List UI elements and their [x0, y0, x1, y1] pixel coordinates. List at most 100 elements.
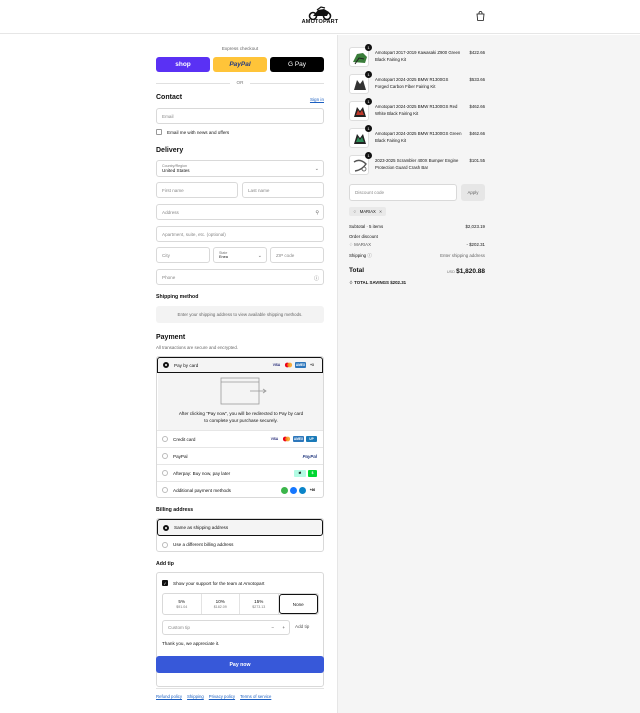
additional-methods-option[interactable]: Additional payment methods +66 [157, 481, 323, 497]
cash-app-icon: $ [308, 469, 317, 477]
paypal-radio[interactable] [162, 453, 168, 459]
apply-discount-button[interactable]: Apply [461, 184, 485, 201]
tip-support-checkbox[interactable]: ✓ [162, 580, 168, 586]
credit-card-radio[interactable] [162, 436, 168, 442]
credit-card-option[interactable]: Credit card VISA AMEX UP [157, 430, 323, 447]
contact-heading: Contact [156, 94, 183, 101]
savings-value: $202.31 [390, 280, 407, 285]
fairing-kit-image-icon [354, 134, 366, 144]
country-select[interactable]: Country/Region United States ⌄ [156, 160, 324, 177]
tip-support-row[interactable]: ✓ Show your support for the team at Amot… [162, 580, 264, 586]
paypal-label: PayPal [173, 453, 188, 459]
afterpay-radio[interactable] [162, 470, 168, 476]
first-name-field[interactable]: First name [156, 182, 238, 198]
mastercard-icon [284, 362, 293, 368]
zip-field[interactable]: ZIP code [270, 247, 324, 263]
applied-discount-chip: ♢ MARIAX ✕ [349, 207, 387, 216]
same-as-shipping-option[interactable]: Same as shipping address [157, 519, 323, 536]
redirect-info: After clicking “Pay now”, you will be re… [158, 373, 323, 430]
quantity-badge: 1 [365, 152, 372, 159]
email-field[interactable]: Email [156, 108, 324, 124]
plus-icon[interactable]: + [282, 625, 285, 630]
subtotal-label: Subtotal · 5 items [349, 224, 384, 229]
quantity-badge: 1 [365, 44, 372, 51]
newsletter-checkbox[interactable] [156, 129, 162, 135]
cart-item: 1 Amotopart 2024-2025 BMW R1300GS Forged… [349, 71, 485, 96]
product-price: $462.66 [469, 104, 485, 109]
afterpay-label: Afterpay: Buy now, pay later [173, 470, 231, 476]
tip-option-10[interactable]: 10% $182.09 [202, 594, 240, 614]
refund-policy-link[interactable]: Refund policy [156, 694, 182, 699]
apartment-field[interactable]: Apartment, suite, etc. (optional) [156, 226, 324, 242]
tip-option-none[interactable]: None [278, 594, 318, 614]
product-price: $422.66 [469, 50, 485, 55]
google-pay-button[interactable]: G Pay [270, 57, 324, 72]
custom-tip-field[interactable]: Custom tip − + [162, 620, 290, 635]
shipping-policy-link[interactable]: Shipping [187, 694, 204, 699]
savings-label: TOTAL SAVINGS [354, 280, 389, 285]
pay-now-button[interactable]: Pay now [156, 656, 324, 673]
add-tip-button[interactable]: Add tip [295, 624, 309, 629]
product-name: Amotopart 2017-2019 Kawasaki Z900 Green … [375, 50, 461, 62]
payment-methods: Pay by card VISA AMEX +3 After clicking … [156, 356, 324, 498]
afterpay-option[interactable]: Afterpay: Buy now, pay later ⇄ $ [157, 464, 323, 481]
more-methods-count: +3 [310, 363, 314, 367]
motorcycle-logo-icon [308, 6, 332, 20]
tip-pct: 15% [254, 599, 264, 604]
newsletter-checkbox-row[interactable]: Email me with news and offers [156, 129, 229, 135]
tag-icon: ♢ [349, 242, 353, 247]
product-name: Amotopart 2024-2025 BMW R1300GS Red Whit… [375, 104, 458, 116]
remove-discount-icon[interactable]: ✕ [379, 209, 383, 214]
tip-support-label: Show your support for the team at Amotop… [173, 580, 265, 586]
policy-links: Refund policy Shipping Privacy policy Te… [156, 688, 324, 699]
tip-options: 5% $91.04 10% $182.09 15% $273.13 None [162, 593, 319, 615]
redirect-text: After clicking “Pay now”, you will be re… [178, 411, 304, 423]
pay-by-card-option[interactable]: Pay by card VISA AMEX +3 [157, 357, 323, 373]
shopping-bag-icon[interactable] [476, 11, 485, 21]
tip-option-15[interactable]: 15% $273.13 [240, 594, 279, 614]
tip-pct: None [292, 601, 304, 607]
privacy-policy-link[interactable]: Privacy policy [209, 694, 235, 699]
tip-amount: $273.13 [252, 605, 266, 609]
total-label: Total [349, 267, 365, 274]
discount-code-label: MARIAX [354, 242, 372, 247]
city-field[interactable]: City [156, 247, 210, 263]
last-name-field[interactable]: Last name [242, 182, 324, 198]
product-price: $533.66 [469, 77, 485, 82]
brand-logo[interactable]: AMOTOPART [300, 6, 340, 28]
different-billing-option[interactable]: Use a different billing address [157, 536, 323, 553]
delivery-heading: Delivery [156, 147, 184, 154]
tip-option-5[interactable]: 5% $91.04 [163, 594, 202, 614]
total-row: Total USD $1,820.88 [349, 267, 485, 277]
phone-field[interactable]: Phone ⓘ [156, 269, 324, 285]
amex-icon: AMEX [295, 362, 306, 368]
help-circle-icon[interactable]: ⓘ [314, 275, 319, 282]
shop-pay-button[interactable]: shop [156, 57, 210, 72]
wallet-green-icon [281, 486, 288, 494]
mastercard-icon [282, 436, 291, 442]
state-select[interactable]: State Enea ⌄ [213, 247, 267, 263]
wallet-blue-icon [290, 486, 297, 494]
address-field[interactable]: Address ⚲ [156, 204, 324, 220]
paypal-button[interactable]: PayPal [213, 57, 267, 72]
discount-code-field[interactable]: Discount code [349, 184, 457, 201]
shipping-value: Enter shipping address [440, 253, 485, 258]
cart-item: 1 Amotopart 2024-2025 BMW R1300GS Red Wh… [349, 98, 485, 123]
minus-icon[interactable]: − [271, 625, 274, 630]
pay-by-card-radio[interactable] [163, 362, 169, 368]
card-logos: VISA AMEX +3 [271, 362, 316, 368]
additional-methods-radio[interactable] [162, 487, 168, 493]
same-as-shipping-radio[interactable] [163, 524, 169, 531]
different-billing-radio[interactable] [162, 541, 168, 548]
terms-of-service-link[interactable]: Terms of service [240, 694, 271, 699]
info-icon[interactable]: ⓘ [367, 253, 371, 258]
crash-bar-image-icon [353, 159, 367, 172]
brand-name: AMOTOPART [301, 19, 339, 25]
search-icon: ⚲ [315, 210, 319, 216]
tip-thanks-text: Thank you, we appreciate it. [162, 641, 220, 646]
cart-item: 1 Amotopart 2017-2019 Kawasaki Z900 Gree… [349, 44, 485, 69]
address-placeholder: Address [162, 209, 179, 215]
discount-code-row: ♢ MARIAX - $202.31 [349, 242, 485, 248]
sign-in-link[interactable]: Sign in [310, 97, 324, 102]
paypal-option[interactable]: PayPal PayPal [157, 447, 323, 464]
